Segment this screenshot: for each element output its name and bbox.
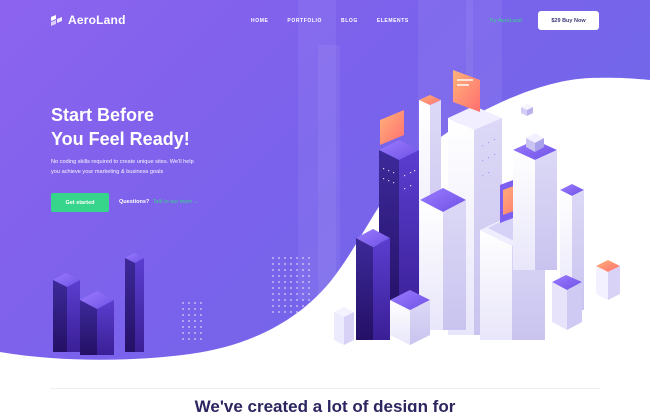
hero-section: AeroLand HOME PORTFOLIO BLOG ELEMENTS Tr…	[0, 0, 650, 365]
nav-item-blog[interactable]: BLOG	[341, 18, 358, 24]
top-nav: AeroLand HOME PORTFOLIO BLOG ELEMENTS Tr…	[0, 0, 650, 42]
subtext-line-2: you achieve your marketing & business go…	[51, 169, 164, 175]
nav-item-home[interactable]: HOME	[251, 18, 268, 24]
nav-links: HOME PORTFOLIO BLOG ELEMENTS	[251, 18, 428, 24]
brand-logo[interactable]: AeroLand	[50, 13, 126, 27]
get-started-button[interactable]: Get started	[51, 193, 109, 212]
purple-block	[356, 229, 390, 340]
buy-now-button[interactable]: $29 Buy Now	[538, 11, 599, 30]
left-building-cluster	[53, 253, 144, 355]
orange-panel	[380, 110, 404, 145]
hero-headline: Start Before You Feel Ready!	[51, 103, 190, 151]
headline-line-1: Start Before	[51, 105, 155, 125]
subtext-line-1: No coding skills required to create uniq…	[51, 159, 194, 165]
orange-cube	[596, 260, 620, 300]
try-link[interactable]: Try AeroLand	[489, 18, 522, 24]
nav-item-elements[interactable]: ELEMENTS	[377, 18, 409, 24]
brand-name: AeroLand	[68, 13, 126, 27]
logo-mark-icon	[51, 14, 62, 26]
questions-label: Questions?	[119, 199, 150, 205]
right-tower	[513, 133, 557, 270]
hero-subtext: No coding skills required to create uniq…	[51, 157, 251, 177]
nav-item-portfolio[interactable]: PORTFOLIO	[287, 18, 322, 24]
city-illustration	[53, 70, 620, 355]
questions-line: Questions? Talk to our team →	[119, 199, 199, 205]
talk-to-team-link[interactable]: Talk to our team →	[153, 199, 199, 205]
low-purple-block	[552, 275, 582, 330]
floating-cube	[521, 104, 533, 116]
headline-line-2: You Feel Ready!	[51, 129, 190, 149]
section-heading: We've created a lot of design for	[194, 397, 456, 412]
section-divider	[50, 388, 600, 389]
